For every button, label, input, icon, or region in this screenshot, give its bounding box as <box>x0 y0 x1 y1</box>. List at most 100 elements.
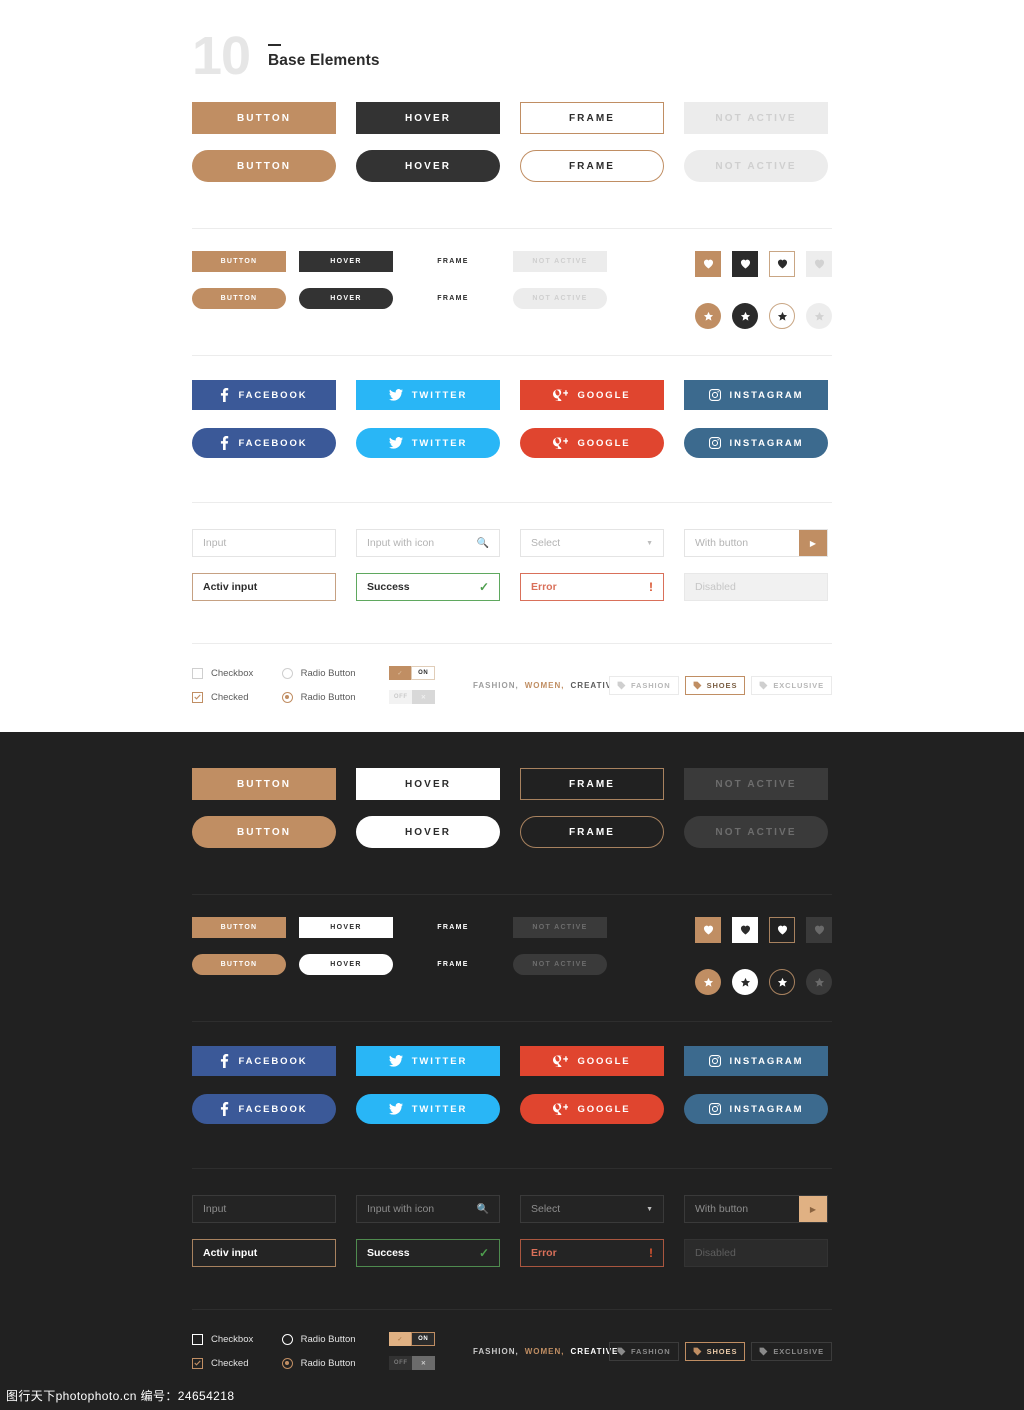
social-button-instagram[interactable]: INSTAGRAM <box>684 380 828 410</box>
select-dropdown[interactable]: Select ▼ <box>520 529 664 557</box>
dark-small-button-frame-rounded[interactable]: FRAME <box>406 954 500 975</box>
social-button-twitter[interactable]: TWITTER <box>356 380 500 410</box>
dark-toggle-on[interactable]: ✓ ON <box>389 1332 436 1346</box>
dark-social-button-facebook[interactable]: FACEBOOK <box>192 1046 336 1076</box>
social-button-facebook-rounded[interactable]: FACEBOOK <box>192 428 336 458</box>
radio-icon[interactable] <box>281 667 293 679</box>
dark-social-button-instagram[interactable]: INSTAGRAM <box>684 1046 828 1076</box>
star-icon-button-hover[interactable] <box>732 303 758 329</box>
dark-social-button-google[interactable]: GOOGLE <box>520 1046 664 1076</box>
dark-active-input[interactable]: Activ input <box>192 1239 336 1267</box>
dark-radio-unselected-item[interactable]: Radio Button <box>281 1332 390 1346</box>
dark-social-button-twitter[interactable]: TWITTER <box>356 1046 500 1076</box>
button-hover-rounded[interactable]: HOVER <box>356 150 500 182</box>
dark-star-icon-button-frame[interactable] <box>769 969 795 995</box>
text-input[interactable]: Input <box>192 529 336 557</box>
dark-input-with-button[interactable]: With button ▶ <box>684 1195 828 1223</box>
active-input[interactable]: Activ input <box>192 573 336 601</box>
small-button-hover[interactable]: HOVER <box>299 251 393 272</box>
button-primary-rounded[interactable]: BUTTON <box>192 150 336 182</box>
dark-small-button-hover[interactable]: HOVER <box>299 917 393 938</box>
dark-star-icon-button-hover[interactable] <box>732 969 758 995</box>
radio-unselected-item[interactable]: Radio Button <box>281 666 390 680</box>
checkbox-icon[interactable] <box>192 1333 203 1345</box>
dark-chip-fashion[interactable]: FASHION <box>608 1341 679 1361</box>
dark-button-primary-rounded[interactable]: BUTTON <box>192 816 336 848</box>
chip-exclusive[interactable]: EXCLUSIVE <box>751 675 832 695</box>
heart-icon-button-hover[interactable] <box>732 251 758 277</box>
dark-button-primary[interactable]: BUTTON <box>192 768 336 800</box>
dark-small-button-primary[interactable]: BUTTON <box>192 917 286 938</box>
dark-text-input[interactable]: Input <box>192 1195 336 1223</box>
dark-social-button-twitter-rounded[interactable]: TWITTER <box>356 1094 500 1124</box>
dark-checkbox-unchecked-item[interactable]: Checkbox <box>192 1332 282 1346</box>
dark-radio-selected-item[interactable]: Radio Button <box>281 1356 390 1370</box>
social-button-google-rounded[interactable]: GOOGLE <box>520 428 664 458</box>
small-button-primary-rounded[interactable]: BUTTON <box>192 288 286 309</box>
dark-social-button-instagram-rounded[interactable]: INSTAGRAM <box>684 1094 828 1124</box>
button-frame-rounded[interactable]: FRAME <box>520 150 664 182</box>
social-label: TWITTER <box>411 437 468 449</box>
social-button-facebook[interactable]: FACEBOOK <box>192 380 336 410</box>
checkbox-label: Checkbox <box>211 1333 254 1345</box>
dark-heart-icon-button-primary[interactable] <box>695 917 721 943</box>
dark-select-dropdown[interactable]: Select ▼ <box>520 1195 664 1223</box>
dark-heart-icon-button-hover[interactable] <box>732 917 758 943</box>
radio-selected-item[interactable]: Radio Button <box>281 690 390 704</box>
dark-checkbox-checked-item[interactable]: Checked <box>192 1356 282 1370</box>
dark-heart-icon-button-frame[interactable] <box>769 917 795 943</box>
social-button-twitter-rounded[interactable]: TWITTER <box>356 428 500 458</box>
social-button-instagram-rounded[interactable]: INSTAGRAM <box>684 428 828 458</box>
small-button-hover-rounded[interactable]: HOVER <box>299 288 393 309</box>
google-plus-icon <box>553 1055 569 1067</box>
dark-small-button-hover-rounded[interactable]: HOVER <box>299 954 393 975</box>
dark-small-button-frame[interactable]: FRAME <box>406 917 500 938</box>
checkbox-unchecked-item[interactable]: Checkbox <box>192 666 282 680</box>
star-icon-button-frame[interactable] <box>769 303 795 329</box>
toggle-off[interactable]: OFF ✕ <box>389 690 436 704</box>
error-input[interactable]: Error ! <box>520 573 664 601</box>
small-button-primary[interactable]: BUTTON <box>192 251 286 272</box>
heart-icon-button-frame[interactable] <box>769 251 795 277</box>
dark-toggle-off[interactable]: OFF ✕ <box>389 1356 436 1370</box>
checkbox-checked-icon[interactable] <box>192 1357 203 1369</box>
button-primary[interactable]: BUTTON <box>192 102 336 134</box>
dark-button-hover-rounded[interactable]: HOVER <box>356 816 500 848</box>
dark-button-frame-rounded[interactable]: FRAME <box>520 816 664 848</box>
chip-fashion[interactable]: FASHION <box>608 675 679 695</box>
toggle-off-label: OFF <box>389 690 413 704</box>
watermark: 图行天下photophoto.cn 编号：24654218 <box>6 1389 235 1403</box>
success-input[interactable]: Success ✓ <box>356 573 500 601</box>
dark-social-button-google-rounded[interactable]: GOOGLE <box>520 1094 664 1124</box>
radio-icon[interactable] <box>281 1333 293 1345</box>
dark-error-input[interactable]: Error ! <box>520 1239 664 1267</box>
input-with-button[interactable]: With button ▶ <box>684 529 828 557</box>
dark-small-button-primary-rounded[interactable]: BUTTON <box>192 954 286 975</box>
dark-success-input[interactable]: Success ✓ <box>356 1239 500 1267</box>
checkbox-checked-icon[interactable] <box>192 691 203 703</box>
small-button-frame-rounded[interactable]: FRAME <box>406 288 500 309</box>
chip-shoes[interactable]: SHOES <box>684 675 746 695</box>
social-button-google[interactable]: GOOGLE <box>520 380 664 410</box>
dark-chip-shoes[interactable]: SHOES <box>684 1341 746 1361</box>
radio-selected-icon[interactable] <box>281 691 293 703</box>
toggle-on[interactable]: ✓ ON <box>389 666 436 680</box>
search-input[interactable]: Input with icon 🔍 <box>356 529 500 557</box>
star-icon-button-primary[interactable] <box>695 303 721 329</box>
dark-button-frame[interactable]: FRAME <box>520 768 664 800</box>
radio-selected-icon[interactable] <box>281 1357 293 1369</box>
small-button-frame[interactable]: FRAME <box>406 251 500 272</box>
arrow-right-icon[interactable]: ▶ <box>799 530 827 556</box>
button-hover[interactable]: HOVER <box>356 102 500 134</box>
dark-search-input[interactable]: Input with icon 🔍 <box>356 1195 500 1223</box>
dark-button-hover[interactable]: HOVER <box>356 768 500 800</box>
dark-large-buttons-rounded-row: BUTTON HOVER FRAME NOT ACTIVE <box>192 816 832 848</box>
button-frame[interactable]: FRAME <box>520 102 664 134</box>
dark-star-icon-button-primary[interactable] <box>695 969 721 995</box>
arrow-right-icon[interactable]: ▶ <box>799 1196 827 1222</box>
checkbox-checked-item[interactable]: Checked <box>192 690 282 704</box>
heart-icon-button-primary[interactable] <box>695 251 721 277</box>
dark-social-button-facebook-rounded[interactable]: FACEBOOK <box>192 1094 336 1124</box>
checkbox-icon[interactable] <box>192 667 203 679</box>
dark-chip-exclusive[interactable]: EXCLUSIVE <box>751 1341 832 1361</box>
